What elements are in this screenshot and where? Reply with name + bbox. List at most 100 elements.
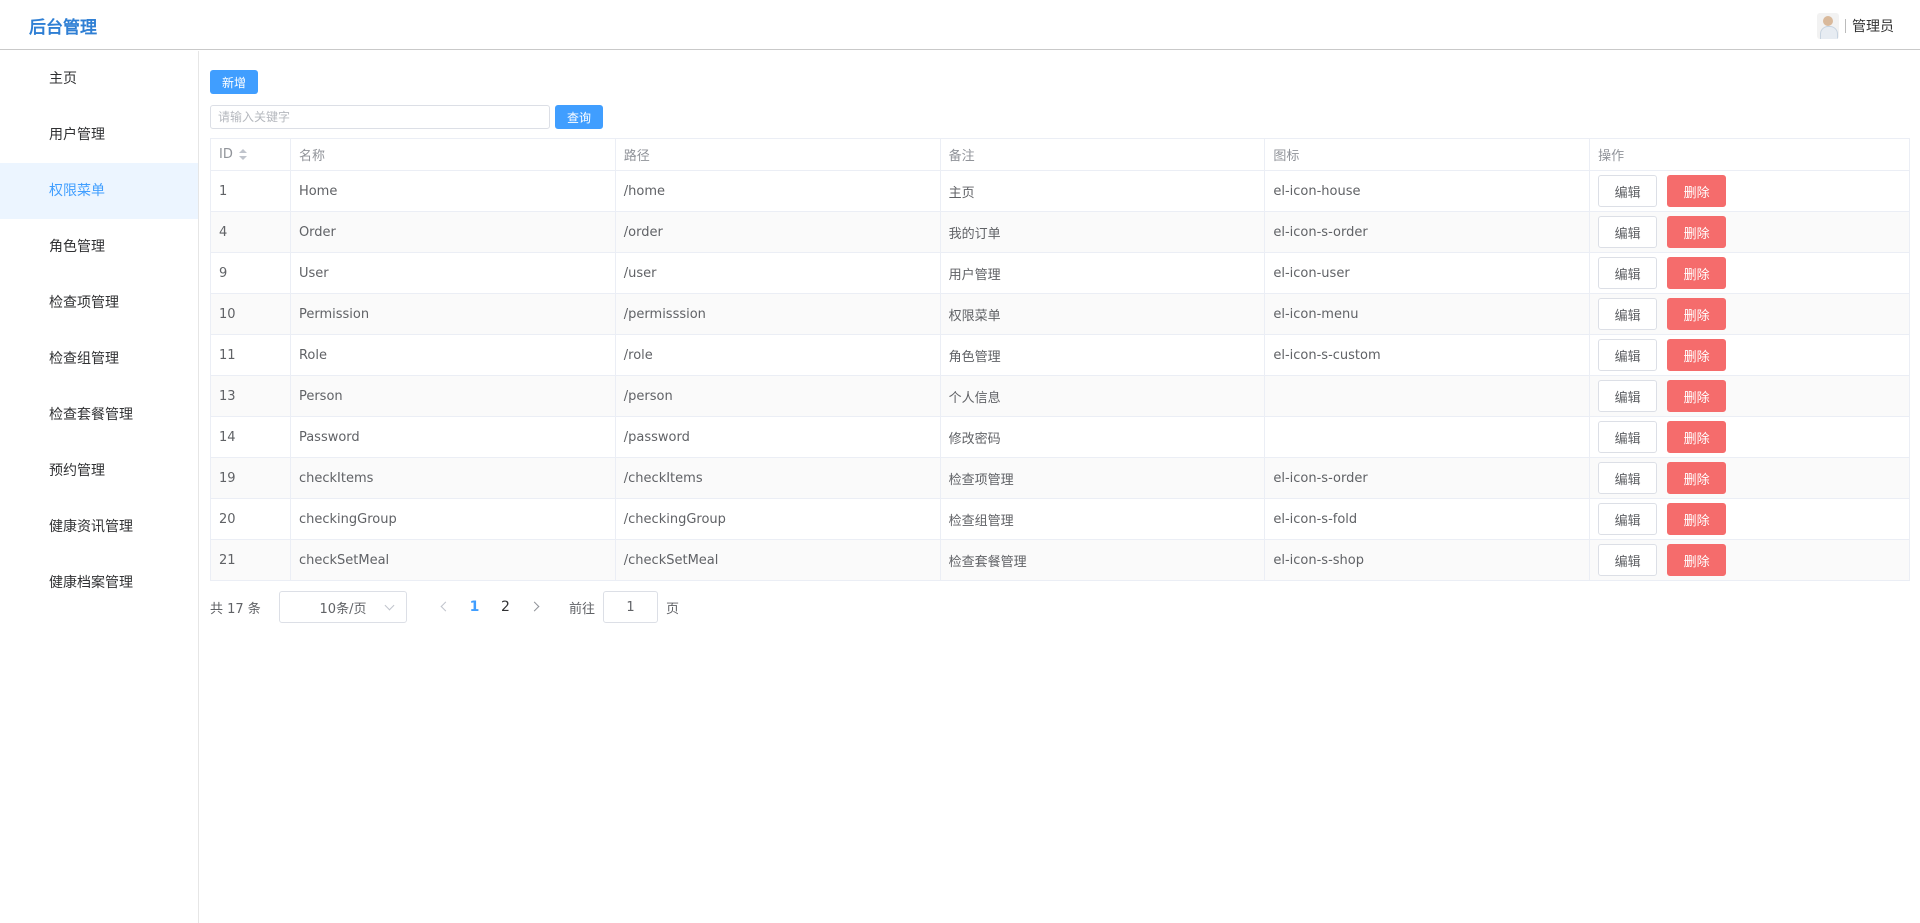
cell-path: /home	[614, 170, 941, 212]
page-number[interactable]: 1	[459, 599, 490, 615]
cell-id: 20	[210, 498, 291, 540]
delete-button[interactable]: 删除	[1667, 421, 1727, 453]
pagination: 共 17 条 10条/页 1 2 前往 页	[210, 591, 679, 623]
cell-name: Password	[289, 416, 616, 458]
cell-id: 14	[210, 416, 291, 458]
edit-button[interactable]: 编辑	[1598, 339, 1658, 371]
search-button[interactable]: 查询	[555, 105, 603, 129]
table-row: 13 Person/person 个人信息 编辑 删除	[210, 375, 1910, 417]
delete-button[interactable]: 删除	[1667, 380, 1727, 412]
sidebar: 主页 用户管理 权限菜单 角色管理 检查项管理 检查组管理 检查套餐管理 预约管…	[0, 51, 199, 923]
divider	[1845, 19, 1846, 33]
cell-note: 修改密码	[939, 416, 1266, 458]
delete-button[interactable]: 删除	[1667, 339, 1727, 371]
add-button[interactable]: 新增	[210, 70, 258, 94]
edit-button[interactable]: 编辑	[1598, 421, 1658, 453]
cell-name: checkItems	[289, 457, 616, 499]
column-header-id[interactable]: ID	[210, 138, 291, 171]
user-name[interactable]: 管理员	[1852, 16, 1894, 36]
cell-path: /user	[614, 252, 941, 294]
cell-name: Role	[289, 334, 616, 376]
delete-button[interactable]: 删除	[1667, 544, 1727, 576]
search-input[interactable]	[210, 105, 550, 129]
table-row: 1 Home/home 主页 el-icon-house 编辑 删除	[210, 170, 1910, 212]
cell-actions: 编辑 删除	[1589, 334, 1910, 376]
table-row: 20 checkingGroup/checkingGroup 检查组管理 el-ico…	[210, 498, 1910, 540]
cell-name: checkingGroup	[289, 498, 616, 540]
avatar[interactable]	[1817, 13, 1839, 39]
sidebar-item-health-records[interactable]: 健康档案管理	[0, 555, 198, 611]
prev-page-icon[interactable]	[429, 591, 459, 623]
cell-id: 1	[210, 170, 291, 212]
delete-button[interactable]: 删除	[1667, 462, 1727, 494]
cell-id: 4	[210, 211, 291, 253]
cell-icon: el-icon-house	[1264, 170, 1591, 212]
cell-icon: el-icon-s-order	[1264, 457, 1591, 499]
edit-button[interactable]: 编辑	[1598, 503, 1658, 535]
sidebar-item-users[interactable]: 用户管理	[0, 107, 198, 163]
edit-button[interactable]: 编辑	[1598, 380, 1658, 412]
cell-path: /role	[614, 334, 941, 376]
cell-id: 9	[210, 252, 291, 294]
delete-button[interactable]: 删除	[1667, 216, 1727, 248]
cell-note: 检查项管理	[939, 457, 1266, 499]
delete-button[interactable]: 删除	[1667, 257, 1727, 289]
cell-actions: 编辑 删除	[1589, 170, 1910, 212]
cell-actions: 编辑 删除	[1589, 252, 1910, 294]
edit-button[interactable]: 编辑	[1598, 175, 1658, 207]
cell-name: Permission	[289, 293, 616, 335]
cell-icon	[1264, 416, 1591, 458]
table-row: 11 Role/role 角色管理 el-icon-s-custom 编辑 删除	[210, 334, 1910, 376]
column-header-note: 备注	[939, 138, 1266, 171]
sidebar-item-check-items[interactable]: 检查项管理	[0, 275, 198, 331]
cell-path: /password	[614, 416, 941, 458]
delete-button[interactable]: 删除	[1667, 503, 1727, 535]
cell-actions: 编辑 删除	[1589, 416, 1910, 458]
column-header-icon: 图标	[1264, 138, 1591, 171]
cell-name: Order	[289, 211, 616, 253]
page-size-value: 10条/页	[319, 601, 367, 617]
cell-note: 主页	[939, 170, 1266, 212]
cell-path: /order	[614, 211, 941, 253]
sidebar-item-appointments[interactable]: 预约管理	[0, 443, 198, 499]
cell-name: checkSetMeal	[289, 539, 616, 581]
top-header: 后台管理 管理员	[0, 0, 1920, 50]
cell-name: Home	[289, 170, 616, 212]
next-page-icon[interactable]	[521, 591, 551, 623]
sidebar-item-home[interactable]: 主页	[0, 51, 198, 107]
cell-path: /person	[614, 375, 941, 417]
cell-note: 个人信息	[939, 375, 1266, 417]
cell-id: 21	[210, 539, 291, 581]
page-size-select[interactable]: 10条/页	[279, 591, 407, 623]
table-row: 21 checkSetMeal/checkSetMeal 检查套餐管理 el-icon…	[210, 539, 1910, 581]
cell-icon: el-icon-s-custom	[1264, 334, 1591, 376]
sidebar-item-check-groups[interactable]: 检查组管理	[0, 331, 198, 387]
cell-actions: 编辑 删除	[1589, 539, 1910, 581]
edit-button[interactable]: 编辑	[1598, 544, 1658, 576]
cell-path: /checkSetMeal	[614, 539, 941, 581]
cell-note: 检查组管理	[939, 498, 1266, 540]
edit-button[interactable]: 编辑	[1598, 257, 1658, 289]
chevron-down-icon	[384, 600, 395, 611]
sidebar-item-permissions[interactable]: 权限菜单	[0, 163, 198, 219]
sidebar-item-check-packages[interactable]: 检查套餐管理	[0, 387, 198, 443]
edit-button[interactable]: 编辑	[1598, 216, 1658, 248]
cell-icon: el-icon-menu	[1264, 293, 1591, 335]
edit-button[interactable]: 编辑	[1598, 298, 1658, 330]
sidebar-item-health-news[interactable]: 健康资讯管理	[0, 499, 198, 555]
cell-note: 我的订单	[939, 211, 1266, 253]
table-row: 9 User/user 用户管理 el-icon-user 编辑 删除	[210, 252, 1910, 294]
cell-icon	[1264, 375, 1591, 417]
user-menu[interactable]: 管理员	[1817, 13, 1894, 39]
cell-actions: 编辑 删除	[1589, 293, 1910, 335]
edit-button[interactable]: 编辑	[1598, 462, 1658, 494]
delete-button[interactable]: 删除	[1667, 298, 1727, 330]
delete-button[interactable]: 删除	[1667, 175, 1727, 207]
cell-icon: el-icon-s-shop	[1264, 539, 1591, 581]
cell-path: /permisssion	[614, 293, 941, 335]
menu-table: ID 名称 路径 备注 图标 操作 1 Home/home 主页 el-icon-ho…	[210, 138, 1910, 581]
page-number[interactable]: 2	[490, 599, 521, 615]
sidebar-item-roles[interactable]: 角色管理	[0, 219, 198, 275]
sort-icon[interactable]	[238, 148, 248, 161]
goto-page-input[interactable]	[603, 591, 659, 623]
